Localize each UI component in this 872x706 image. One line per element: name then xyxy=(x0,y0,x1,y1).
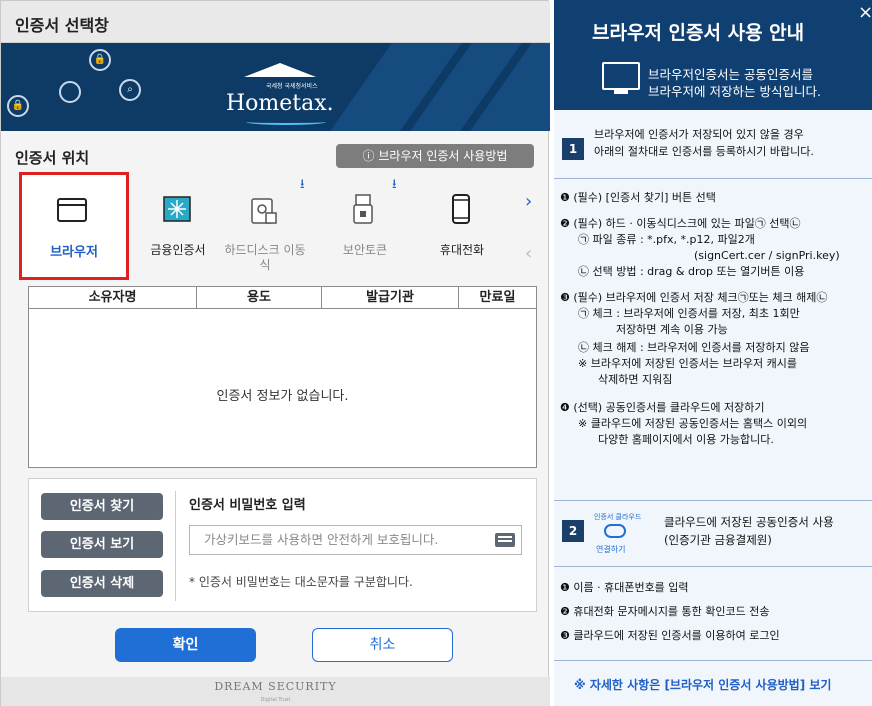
col-purpose: 용도 xyxy=(197,287,322,308)
hometax-logo: 국세청 국세청서비스 Hometax. xyxy=(226,57,336,125)
guide-item: ❸ 클라우드에 저장된 인증서를 이용하여 로그인 xyxy=(560,629,780,642)
guide-item: ※ 브라우저에 저장된 인증서는 브라우저 캐시를 xyxy=(578,357,797,370)
guide-item: 저장하면 계속 이용 가능 xyxy=(616,323,728,336)
storage-security-token[interactable]: ⭳ 보안토큰 xyxy=(320,173,410,278)
guide-item: ❹ (선택) 공동인증서를 클라우드에 저장하기 xyxy=(560,401,765,414)
password-case-note: * 인증서 비밀번호는 대소문자를 구분합니다. xyxy=(189,575,413,589)
password-panel: 인증서 찾기 인증서 보기 인증서 삭제 인증서 비밀번호 입력 가상키보드를 … xyxy=(28,478,537,612)
table-header: 소유자명 용도 발급기관 만료일 xyxy=(29,287,536,309)
step1-line: 아래의 절차대로 인증서를 등록하시기 바랍니다. xyxy=(594,145,814,158)
financial-cert-icon xyxy=(163,196,191,222)
guide-item: (signCert.cer / signPri.key) xyxy=(694,249,840,262)
security-token-icon xyxy=(353,194,373,224)
guide-item: ❷ (필수) 하드 · 이동식디스크에 있는 파일㉠ 선택㉡ xyxy=(560,217,801,230)
hometax-banner: 🔒 🔒 ⌕ 국세청 국세청서비스 Hometax. xyxy=(1,43,550,131)
col-owner: 소유자명 xyxy=(29,287,197,308)
guide-item: ❶ (필수) [인증서 찾기] 버튼 선택 xyxy=(560,191,716,204)
storage-label: 금융인증서 xyxy=(150,243,206,257)
storage-mobile-phone[interactable]: 휴대전화 xyxy=(417,173,507,278)
guide-item: ❷ 휴대전화 문자메시지를 통한 확인코드 전송 xyxy=(560,605,770,618)
storage-label: 하드디스크 이동식 xyxy=(224,243,306,272)
step1-badge: 1 xyxy=(562,138,584,160)
network-node-icon xyxy=(59,81,81,103)
col-expiry: 만료일 xyxy=(479,290,516,305)
empty-table-message: 인증서 정보가 없습니다. xyxy=(216,389,349,404)
download-icon: ⭳ xyxy=(392,177,397,192)
chevron-left-icon[interactable]: ‹ xyxy=(525,243,532,264)
guide-item: ㉡ 선택 방법 : drag & drop 또는 열기버튼 이용 xyxy=(578,265,805,278)
browser-cert-howto-button[interactable]: ⓘ 브라우저 인증서 사용방법 xyxy=(336,144,534,168)
chevron-right-icon[interactable]: › xyxy=(525,191,532,212)
browser-window-icon xyxy=(57,198,87,222)
footer-subtitle: Digital Trust xyxy=(260,697,291,703)
guide-title: 브라우저 인증서 사용 안내 xyxy=(592,22,805,44)
dream-security-logo: DREAM SECURITY xyxy=(214,680,337,693)
close-icon[interactable]: × xyxy=(858,2,872,23)
guide-item: 다양한 홈페이지에서 이용 가능합니다. xyxy=(598,433,774,446)
storage-label: 보안토큰 xyxy=(342,243,388,257)
guide-item: ❶ 이름 · 휴대폰번호를 입력 xyxy=(560,581,689,594)
password-placeholder: 가상키보드를 사용하면 안전하게 보호됩니다. xyxy=(204,532,439,547)
password-input[interactable]: 가상키보드를 사용하면 안전하게 보호됩니다. xyxy=(189,525,522,555)
cloud-icon xyxy=(604,524,626,538)
guide-subtitle-line: 브라우저인증서는 공동인증서를 xyxy=(648,67,813,82)
password-label: 인증서 비밀번호 입력 xyxy=(189,498,306,513)
lock-icon: 🔒 xyxy=(89,49,111,71)
download-icon: ⭳ xyxy=(300,177,305,192)
guide-item: ❸ (필수) 브라우저에 인증서 저장 체크㉠또는 체크 해제㉡ xyxy=(560,291,828,304)
storage-financial-cert[interactable]: 금융인증서 xyxy=(133,173,223,278)
cloud-connect-link[interactable]: 연결하기 xyxy=(596,544,625,555)
view-cert-button[interactable]: 인증서 보기 xyxy=(41,531,163,558)
guide-subtitle-line: 브라우저에 저장하는 방식입니다. xyxy=(648,84,821,99)
cert-table: 소유자명 용도 발급기관 만료일 인증서 정보가 없습니다. xyxy=(28,286,537,468)
cert-select-dialog: 인증서 선택창 🔒 🔒 ⌕ 국세청 국세청서비스 Hometax. 인증서 위치… xyxy=(0,0,550,706)
more-info-link[interactable]: ※ 자세한 사항은 [브라우저 인증서 사용방법] 보기 xyxy=(574,676,831,693)
storage-label: 브라우저 xyxy=(50,245,98,260)
guide-item: ㉠ 파일 종류 : *.pfx, *.p12, 파일2개 xyxy=(578,233,755,246)
storage-selector: 브라우저 금융인증서 ⭳ 하드디스크 이동식 ⭳ 보안토큰 휴대전화 › ‹ xyxy=(15,172,537,280)
search-icon: ⌕ xyxy=(119,79,141,101)
title-bar: 인증서 선택창 xyxy=(1,1,550,43)
step2-line: 클라우드에 저장된 공동인증서 사용 xyxy=(664,515,834,529)
cert-cloud-label: 인증서 클라우드 xyxy=(594,513,642,521)
guide-item: 삭제하면 지워짐 xyxy=(598,373,673,386)
footer: DREAM SECURITY Digital Trust xyxy=(1,677,550,706)
cert-location-label: 인증서 위치 xyxy=(15,149,90,167)
step1-line: 브라우저에 인증서가 저장되어 있지 않을 경우 xyxy=(594,128,804,141)
storage-hdd-usb[interactable]: ⭳ 하드디스크 이동식 xyxy=(220,173,310,278)
step2-line: (인증기관 금융결제원) xyxy=(664,533,772,547)
find-cert-button[interactable]: 인증서 찾기 xyxy=(41,493,163,520)
guide-item: ㉠ 체크 : 브라우저에 인증서를 저장, 최초 1회만 xyxy=(578,307,800,320)
lock-icon: 🔒 xyxy=(7,95,29,117)
step2-badge: 2 xyxy=(562,520,584,542)
cancel-button[interactable]: 취소 xyxy=(312,628,453,662)
guide-item: ※ 클라우드에 저장된 공동인증서는 홈택스 이외의 xyxy=(578,417,808,430)
ok-button[interactable]: 확인 xyxy=(115,628,256,662)
guide-footer: ※ 자세한 사항은 [브라우저 인증서 사용방법] 보기 xyxy=(554,664,872,706)
virtual-keyboard-icon[interactable] xyxy=(495,533,515,547)
mobile-phone-icon xyxy=(452,194,470,224)
storage-label: 휴대전화 xyxy=(439,243,485,257)
guide-subtitle: 브라우저인증서는 공동인증서를 브라우저에 저장하는 방식입니다. xyxy=(648,66,821,100)
monitor-icon xyxy=(602,62,640,94)
browser-cert-guide-panel: 브라우저 인증서 사용 안내 × 브라우저인증서는 공동인증서를 브라우저에 저… xyxy=(554,0,872,706)
hdd-usb-icon xyxy=(251,198,277,224)
guide-header: 브라우저 인증서 사용 안내 × 브라우저인증서는 공동인증서를 브라우저에 저… xyxy=(554,0,872,110)
col-issuer: 발급기관 xyxy=(322,287,459,308)
guide-item: ㉡ 체크 해제 : 브라우저에 인증서를 저장하지 않음 xyxy=(578,341,810,354)
delete-cert-button[interactable]: 인증서 삭제 xyxy=(41,570,163,597)
storage-browser[interactable]: 브라우저 xyxy=(19,172,129,280)
dialog-title: 인증서 선택창 xyxy=(15,16,109,35)
